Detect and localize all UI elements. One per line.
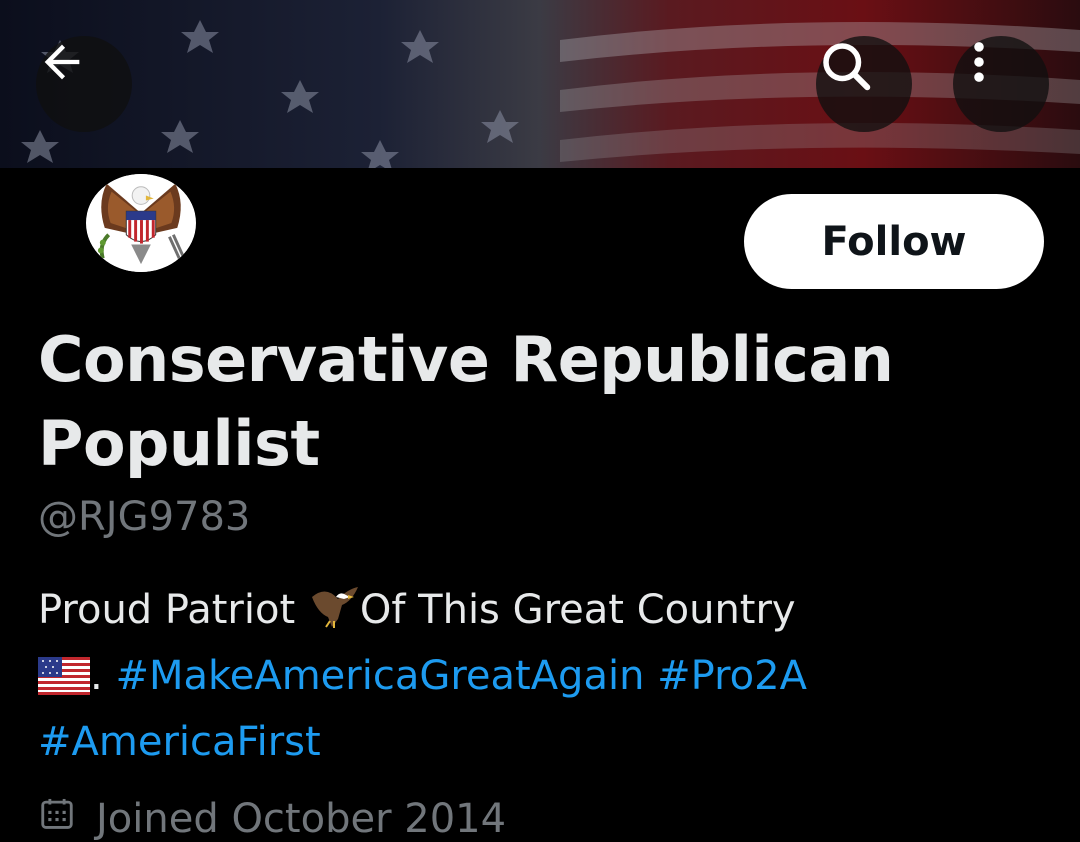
- bio-text-continued: Of This Great Country: [359, 587, 796, 633]
- avatar[interactable]: [82, 170, 200, 276]
- us-flag-emoji-icon: [38, 652, 90, 712]
- eagle-emoji-icon: [308, 583, 360, 646]
- bio-period: .: [90, 653, 116, 699]
- hashtag-link[interactable]: #MakeAmericaGreatAgain: [115, 653, 644, 699]
- more-options-button[interactable]: [953, 36, 1049, 132]
- hashtag-link[interactable]: #Pro2A: [657, 653, 807, 699]
- eagle-seal-avatar-image: [87, 174, 195, 272]
- banner-flag-image: [0, 0, 1080, 168]
- back-button[interactable]: [36, 36, 132, 132]
- profile-handle: @RJG9783: [38, 494, 251, 540]
- profile-display-name: Conservative Republican Populist: [38, 323, 894, 480]
- follow-button[interactable]: Follow: [744, 194, 1044, 289]
- arrow-left-icon: [44, 44, 80, 80]
- bio-text: Proud Patriot: [38, 587, 308, 633]
- calendar-icon: [38, 794, 76, 842]
- joined-date-row: Joined October 2014: [38, 794, 506, 842]
- profile-bio: Proud Patriot Of This Great Country . #M…: [38, 580, 898, 772]
- profile-banner[interactable]: [0, 0, 1080, 168]
- search-button[interactable]: [816, 36, 912, 132]
- more-vertical-icon: [974, 42, 984, 82]
- joined-date-text: Joined October 2014: [96, 796, 507, 842]
- hashtag-link[interactable]: #AmericaFirst: [38, 719, 321, 765]
- profile-page: Follow Conservative Republican Populist …: [0, 0, 1080, 842]
- search-icon: [823, 43, 871, 91]
